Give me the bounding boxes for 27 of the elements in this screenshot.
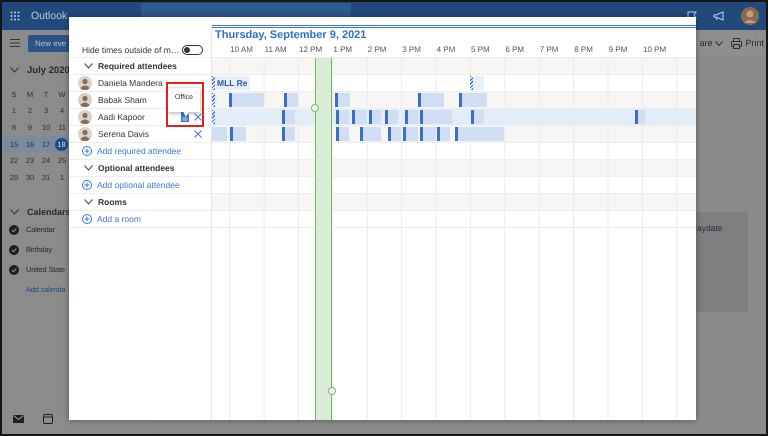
hour-label: 5 PM: [471, 45, 490, 54]
section-title: Rooms: [98, 197, 127, 207]
hour-label: 10 AM: [230, 45, 253, 54]
hour-label: 6 PM: [505, 45, 524, 54]
app-name: Outlook: [31, 10, 68, 22]
hour-label: 8 PM: [574, 45, 593, 54]
tentative-block: MLL Re: [212, 76, 250, 90]
attendee-name: Daniela Mandera: [98, 78, 163, 88]
attendee-name: Serena Davis: [98, 129, 150, 139]
hour-label: 10 PM: [643, 45, 666, 54]
section-title: Calendars: [27, 206, 71, 217]
toggle-label: Hide times outside of m…: [82, 44, 180, 54]
hour-label: 9 PM: [608, 45, 628, 54]
hour-label: 4 PM: [436, 45, 456, 54]
date-header: Thursday, September 9, 2021: [212, 25, 696, 42]
hour-label: 12 PM: [299, 45, 322, 54]
hour-label: 1 PM: [333, 45, 352, 54]
event-title: aydate: [697, 223, 723, 233]
hour-label: 11 AM: [264, 45, 287, 54]
hour-label: 3 PM: [402, 45, 421, 54]
section-title: Optional attendees: [98, 163, 175, 173]
section-title: Required attendees: [98, 61, 177, 71]
hour-label: 7 PM: [540, 45, 558, 54]
attendee-name: Aadi Kapoor: [98, 112, 145, 122]
hour-label: 2 PM: [368, 45, 386, 54]
month-title: July 2020: [27, 64, 70, 76]
attendee-name: Babak Sham: [98, 95, 147, 105]
